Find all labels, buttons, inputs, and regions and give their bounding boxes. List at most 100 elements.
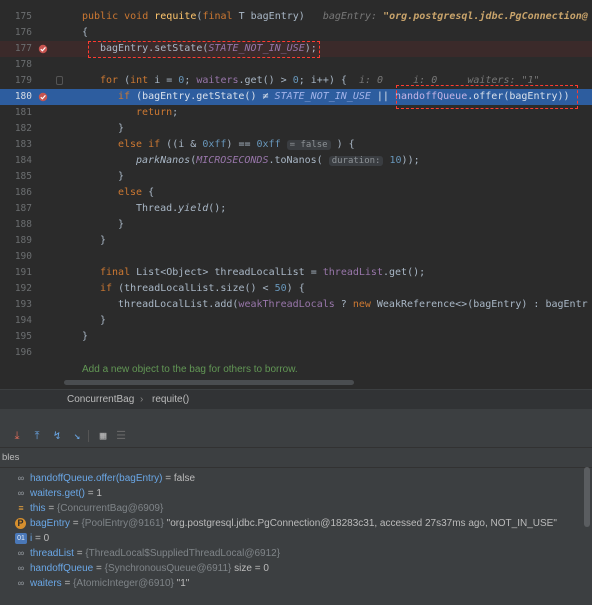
code-text: return;: [136, 107, 179, 118]
line-number: 181: [14, 107, 32, 118]
code-line[interactable]: 175 public void requite(final T bagEntry…: [0, 9, 592, 25]
horizontal-scrollbar[interactable]: [64, 380, 354, 385]
annotation-box-offer: [396, 85, 578, 109]
line-number: 190: [14, 251, 32, 262]
debug-toolbar: ⤓ ⤒ ↯ ↘ ▦ ☰: [0, 425, 592, 448]
field-icon: ∞: [17, 578, 25, 588]
code-line[interactable]: 183 else if ((i & 0xff) == 0xff = false …: [0, 137, 592, 153]
line-number: 194: [14, 315, 32, 326]
field-icon: ∞: [17, 563, 25, 573]
primitive-icon: 01: [15, 533, 27, 544]
code-line[interactable]: 189 }: [0, 233, 592, 249]
variables-header: bles: [0, 449, 592, 468]
line-number: 183: [14, 139, 32, 150]
variables-title: bles: [2, 452, 20, 463]
line-number: 196: [14, 347, 32, 358]
watch-icon: ∞: [17, 473, 25, 483]
code-text: {: [82, 27, 89, 38]
code-text: parkNanos(MICROSECONDS.toNanos( duration…: [136, 155, 420, 166]
line-number: 188: [14, 219, 32, 230]
code-line[interactable]: 182 }: [0, 121, 592, 137]
line-number: 186: [14, 187, 32, 198]
line-number: 182: [14, 123, 32, 134]
watch-icon: ∞: [17, 488, 25, 498]
line-number: 177: [14, 43, 32, 54]
field-icon: ∞: [17, 548, 25, 558]
code-line[interactable]: 193 threadLocalList.add(weakThreadLocals…: [0, 297, 592, 313]
code-text: }: [100, 315, 107, 326]
code-text: threadLocalList.add(weakThreadLocals ? n…: [118, 299, 588, 310]
line-number: 192: [14, 283, 32, 294]
code-text: }: [118, 219, 125, 230]
code-text: else if ((i & 0xff) == 0xff = false ) {: [118, 139, 355, 150]
variable-row[interactable]: P bagEntry = {PoolEntry@9161} "org.postg…: [0, 516, 585, 531]
line-number: 184: [14, 155, 32, 166]
code-text: }: [118, 123, 125, 134]
this-icon: ≡: [18, 503, 24, 513]
code-line[interactable]: 195 }: [0, 329, 592, 345]
code-text: final List<Object> threadLocalList = thr…: [100, 267, 426, 278]
ide-window: 175 public void requite(final T bagEntry…: [0, 0, 592, 605]
variable-row[interactable]: ≡ this = {ConcurrentBag@6909}: [0, 501, 585, 516]
run-to-cursor-icon[interactable]: ↘: [70, 429, 84, 443]
code-line[interactable]: 176 {: [0, 25, 592, 41]
line-number: 189: [14, 235, 32, 246]
toolbar-divider: [88, 430, 89, 442]
code-editor[interactable]: 175 public void requite(final T bagEntry…: [0, 0, 592, 385]
vertical-scrollbar[interactable]: [584, 467, 590, 527]
line-number: 193: [14, 299, 32, 310]
annotation-box-setstate: [88, 41, 320, 58]
inline-debug-hint: bagEntry: "org.postgresql.jdbc.PgConnect…: [322, 11, 588, 22]
line-number: 176: [14, 27, 32, 38]
parameter-name-hint: duration:: [328, 156, 384, 166]
evaluate-icon[interactable]: ▦: [96, 429, 110, 443]
fold-marker-icon[interactable]: [56, 76, 63, 85]
inline-value-hint: = false: [286, 140, 331, 150]
breadcrumb-class[interactable]: ConcurrentBag: [67, 390, 134, 410]
line-number: 178: [14, 59, 32, 70]
doc-hint: Add a new object to the bag for others t…: [82, 364, 298, 375]
code-line[interactable]: 186 else {: [0, 185, 592, 201]
breadcrumb-separator: ›: [140, 394, 144, 405]
variable-row[interactable]: ∞ threadList = {ThreadLocal$SuppliedThre…: [0, 546, 585, 561]
debug-panel: ⤓ ⤒ ↯ ↘ ▦ ☰ bles ∞ handoffQueue.offer(ba…: [0, 409, 592, 605]
code-text: else {: [118, 187, 155, 198]
breadcrumb-method[interactable]: requite(): [152, 390, 189, 410]
code-line[interactable]: 188 }: [0, 217, 592, 233]
code-line[interactable]: 187 Thread.yield();: [0, 201, 592, 217]
code-text: }: [82, 331, 89, 342]
breadcrumb: ConcurrentBag › requite(): [0, 389, 592, 410]
code-text: public void requite(final T bagEntry) ba…: [82, 11, 588, 22]
step-out-icon[interactable]: ⤒: [30, 429, 44, 443]
step-into-icon[interactable]: ⤓: [10, 429, 24, 443]
variable-row[interactable]: ∞ waiters = {AtomicInteger@6910} "1": [0, 576, 585, 591]
line-number: 191: [14, 267, 32, 278]
variable-row[interactable]: ∞ handoffQueue = {SynchronousQueue@6911}…: [0, 561, 585, 576]
line-number: 187: [14, 203, 32, 214]
code-line[interactable]: 184 parkNanos(MICROSECONDS.toNanos( dura…: [0, 153, 592, 169]
line-number: 180: [14, 91, 32, 102]
line-number: 185: [14, 171, 32, 182]
watch-row[interactable]: ∞ waiters.get() = 1: [0, 486, 585, 501]
code-text: }: [118, 171, 125, 182]
code-line[interactable]: 192 if (threadLocalList.size() < 50) {: [0, 281, 592, 297]
parameter-icon: P: [15, 518, 26, 529]
code-text: Thread.yield();: [136, 203, 227, 214]
code-line[interactable]: 190: [0, 249, 592, 265]
code-line[interactable]: 185 }: [0, 169, 592, 185]
code-line[interactable]: 178: [0, 57, 592, 73]
line-number: 175: [14, 11, 32, 22]
force-step-into-icon[interactable]: ↯: [50, 429, 64, 443]
breakpoint-icon[interactable]: [38, 92, 48, 102]
code-line[interactable]: 196: [0, 345, 592, 361]
line-number: 195: [14, 331, 32, 342]
code-text: }: [100, 235, 107, 246]
code-line[interactable]: 191 final List<Object> threadLocalList =…: [0, 265, 592, 281]
code-line[interactable]: 194 }: [0, 313, 592, 329]
variable-row[interactable]: 01 i = 0: [0, 531, 585, 546]
breakpoint-icon[interactable]: [38, 44, 48, 54]
code-text: if (threadLocalList.size() < 50) {: [100, 283, 305, 294]
watch-row[interactable]: ∞ handoffQueue.offer(bagEntry) = false: [0, 471, 585, 486]
line-number: 179: [14, 75, 32, 86]
frames-icon[interactable]: ☰: [114, 429, 128, 443]
